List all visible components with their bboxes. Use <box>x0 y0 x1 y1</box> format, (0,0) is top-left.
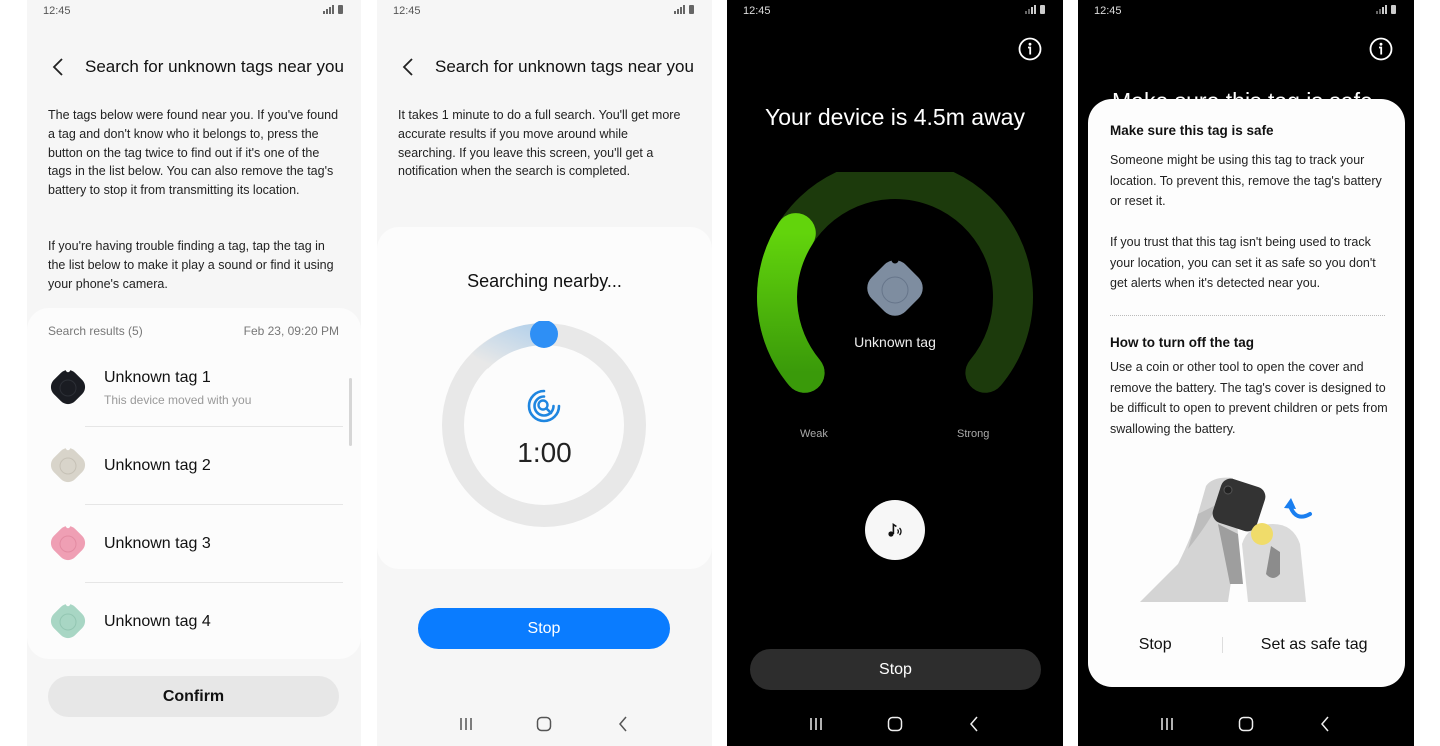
recent-apps-button[interactable] <box>1152 712 1182 736</box>
screen-safety-dialog: 12:45 Make sure this tag is safe Make su… <box>1078 0 1414 746</box>
tag-list-item[interactable]: Unknown tag 3 <box>27 504 361 582</box>
results-count: Search results (5) <box>48 324 143 338</box>
confirm-button[interactable]: Confirm <box>48 676 339 717</box>
back-icon <box>969 716 978 732</box>
recents-icon <box>810 718 823 730</box>
battery-icon <box>1391 5 1396 14</box>
page-title: Search for unknown tags near you <box>85 57 344 76</box>
recent-apps-button[interactable] <box>451 712 481 736</box>
home-button[interactable] <box>1231 712 1261 736</box>
signal-icon <box>1376 5 1387 14</box>
header: Search for unknown tags near you <box>393 52 702 82</box>
progress-indicator-dot <box>530 321 558 348</box>
back-nav-button[interactable] <box>608 712 638 736</box>
stop-button[interactable]: Stop <box>1088 636 1222 654</box>
tag-label: Unknown tag <box>854 334 936 350</box>
results-card: Search results (5) Feb 23, 09:20 PM Unkn… <box>27 308 361 659</box>
tag-name: Unknown tag 3 <box>104 535 211 552</box>
tag-image <box>50 445 86 483</box>
home-icon <box>1238 716 1254 732</box>
back-button[interactable] <box>393 52 423 82</box>
searching-label: Searching nearby... <box>467 271 622 291</box>
navigation-bar <box>377 712 712 736</box>
tag-name: Unknown tag 2 <box>104 457 211 474</box>
recent-apps-button[interactable] <box>801 712 831 736</box>
stop-button[interactable]: Stop <box>750 649 1041 690</box>
back-button[interactable] <box>43 52 73 82</box>
set-as-safe-tag-button[interactable]: Set as safe tag <box>1223 636 1405 654</box>
chevron-left-icon <box>402 58 413 76</box>
chevron-left-icon <box>52 58 63 76</box>
description-paragraph: The tags below were found near you. If y… <box>48 108 339 198</box>
battery-icon <box>1040 5 1045 14</box>
home-icon <box>537 716 552 732</box>
countdown-timer: 1:00 <box>517 437 572 468</box>
weak-label: Weak <box>800 428 828 440</box>
recents-icon <box>460 718 472 730</box>
battery-icon <box>689 5 694 14</box>
section-title-turn-off: How to turn off the tag <box>1110 335 1254 350</box>
status-time: 12:45 <box>743 5 771 17</box>
home-button[interactable] <box>529 712 559 736</box>
strong-label: Strong <box>957 428 990 440</box>
turn-off-paragraph: Use a coin or other tool to open the cov… <box>1110 360 1388 436</box>
screen-find-device: 12:45 Your device is 4.5m away Unknown t… <box>727 0 1063 746</box>
tag-image <box>50 523 86 561</box>
help-paragraph: If you're having trouble finding a tag, … <box>48 239 334 291</box>
tag-image <box>50 367 86 405</box>
back-icon <box>618 716 627 732</box>
signal-icon <box>674 5 685 14</box>
dialog-actions: Stop Set as safe tag <box>1088 631 1405 659</box>
navigation-bar <box>727 712 1063 736</box>
info-icon[interactable] <box>1018 37 1042 61</box>
tag-image <box>50 601 86 639</box>
status-time: 12:45 <box>1094 5 1122 17</box>
tag-name: Unknown tag 4 <box>104 613 211 630</box>
back-nav-button[interactable] <box>959 712 989 736</box>
status-bar: 12:45 <box>377 4 712 20</box>
status-bar: 12:45 <box>1078 4 1414 20</box>
search-progress-ring <box>442 321 646 527</box>
trust-paragraph: If you trust that this tag isn't being u… <box>1110 235 1376 290</box>
back-icon <box>1320 716 1329 732</box>
tag-image <box>867 256 923 316</box>
tag-list-item[interactable]: Unknown tag 4 <box>27 582 361 660</box>
search-progress-card: Searching nearby... 1:00 <box>377 227 712 569</box>
battery-removal-illustration <box>1140 477 1312 602</box>
signal-icon <box>323 5 334 14</box>
section-title-safe: Make sure this tag is safe <box>1110 123 1274 138</box>
distance-readout: Your device is 4.5m away <box>765 104 1025 130</box>
navigation-bar <box>1078 712 1414 736</box>
screen-search-results: 12:45 Search for unknown tags near you T… <box>27 0 361 746</box>
play-sound-button[interactable] <box>865 500 925 560</box>
tag-name: Unknown tag 1 <box>104 369 211 386</box>
gauge-fill <box>757 213 825 393</box>
status-time: 12:45 <box>43 5 71 17</box>
results-timestamp: Feb 23, 09:20 PM <box>243 324 339 338</box>
header: Search for unknown tags near you <box>43 52 351 82</box>
home-button[interactable] <box>880 712 910 736</box>
status-bar: 12:45 <box>27 4 361 20</box>
description-paragraph: It takes 1 minute to do a full search. Y… <box>398 108 681 179</box>
screen-searching: 12:45 Search for unknown tags near you I… <box>377 0 712 746</box>
tag-list-item[interactable]: Unknown tag 2 <box>27 426 361 504</box>
signal-icon <box>1025 5 1036 14</box>
status-bar: 12:45 <box>727 4 1063 20</box>
tag-list-item[interactable]: Unknown tag 1 This device moved with you <box>27 348 361 426</box>
safety-dialog: Make sure this tag is safe Someone might… <box>1088 99 1405 687</box>
page-title: Search for unknown tags near you <box>435 57 694 76</box>
info-icon[interactable] <box>1369 37 1393 61</box>
tag-subtitle: This device moved with you <box>104 393 252 407</box>
recents-icon <box>1161 718 1174 730</box>
battery-icon <box>338 5 343 14</box>
music-sound-icon <box>888 523 902 537</box>
radar-search-icon <box>527 389 561 423</box>
stop-button[interactable]: Stop <box>418 608 670 649</box>
home-icon <box>887 716 903 732</box>
back-nav-button[interactable] <box>1310 712 1340 736</box>
safety-paragraph: Someone might be using this tag to track… <box>1110 153 1382 208</box>
status-time: 12:45 <box>393 5 421 17</box>
section-divider <box>1110 315 1385 316</box>
